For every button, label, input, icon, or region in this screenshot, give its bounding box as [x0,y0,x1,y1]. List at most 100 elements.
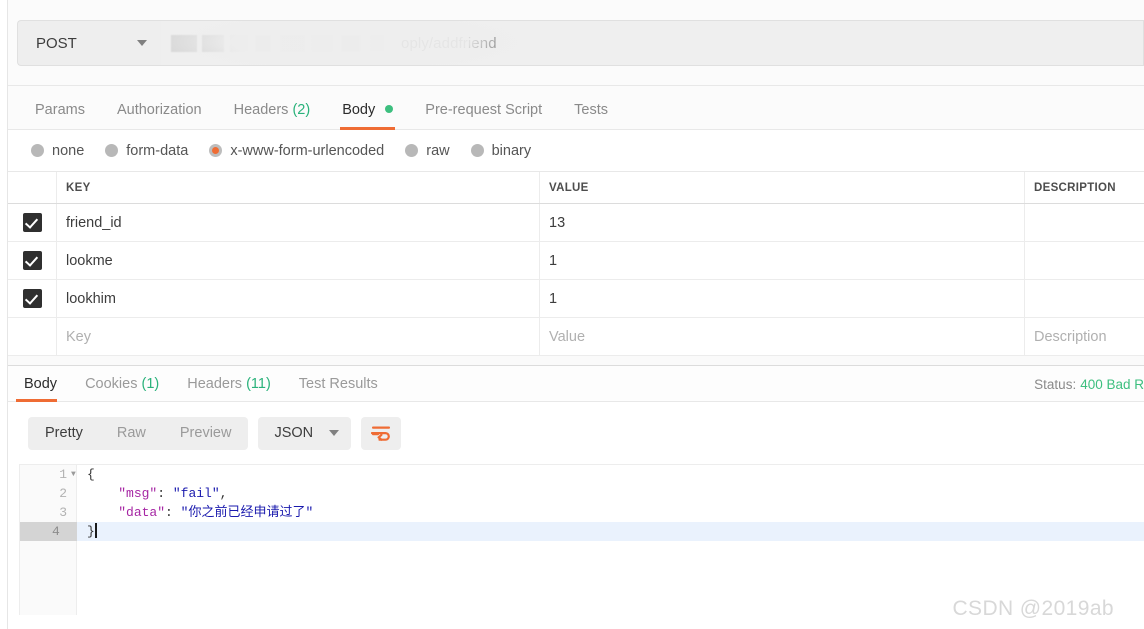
row-value-cell[interactable]: 13 [540,204,1025,241]
word-wrap-toggle-button[interactable] [361,416,402,450]
body-type-raw-label: raw [426,142,450,159]
body-type-raw[interactable]: raw [405,142,450,159]
tab-pre-request-script[interactable]: Pre-request Script [409,102,558,129]
line-number: 3 [59,505,67,520]
radio-icon [405,144,419,157]
code-line-text: } [87,523,97,539]
chevron-down-icon [329,430,340,436]
response-tab-headers[interactable]: Headers (11) [173,376,285,401]
response-tab-cookies-label: Cookies [85,376,138,392]
row-key-cell[interactable]: friend_id [57,204,540,241]
row-checkbox-cell [8,280,57,317]
redacted-url-mosaic [171,34,400,52]
response-tab-headers-count: (11) [246,376,271,392]
header-value: VALUE [540,172,1025,203]
row-key-text: friend_id [66,214,122,231]
row-checkbox[interactable] [22,289,42,308]
view-mode-pretty[interactable]: Pretty [28,417,100,450]
response-format-select[interactable]: JSON [258,416,352,450]
row-checkbox-cell [8,242,57,279]
table-row: lookhim 1 [8,280,1144,318]
body-type-binary[interactable]: binary [470,142,532,159]
code-line-text: "data": "你之前已经申请过了" [118,505,314,520]
row-checkbox[interactable] [22,251,42,270]
body-type-form-data-label: form-data [126,142,189,159]
row-value-cell[interactable]: 1 [540,280,1025,317]
row-description-cell[interactable] [1025,204,1144,241]
panel-left-edge [0,0,8,629]
code-line: 1 ▼ { [20,465,1144,484]
row-value-text: 1 [549,290,558,307]
table-row: lookme 1 [8,242,1144,280]
row-key-cell[interactable]: lookhim [57,280,540,317]
csdn-watermark: CSDN @2019ab [952,597,1114,620]
url-bar: POST oply/addfriend [8,0,1144,86]
line-number: 1 [59,467,67,482]
http-method-label: POST [36,34,77,52]
response-tab-headers-label: Headers [187,376,243,392]
tab-headers-count: (2) [292,102,311,118]
body-params-table: KEY VALUE DESCRIPTION friend_id 13 lookm… [8,172,1144,366]
status-badge: Status: 400 Bad R [1034,377,1144,401]
response-tab-test-results-label: Test Results [298,376,378,392]
row-key-text: lookme [66,252,113,269]
row-description-cell[interactable] [1025,242,1144,279]
new-value-placeholder: Value [549,328,586,345]
body-modified-dot-icon [385,105,394,113]
code-line: 2 "msg": "fail", [20,484,1144,503]
url-input[interactable]: oply/addfriend [161,20,1144,66]
tab-tests[interactable]: Tests [558,102,624,129]
row-value-text: 1 [549,252,558,269]
row-description-cell[interactable] [1025,280,1144,317]
new-value-cell[interactable]: Value [540,318,1025,355]
row-key-text: lookhim [66,290,116,307]
table-header-row: KEY VALUE DESCRIPTION [8,172,1144,204]
response-body-editor[interactable]: 1 ▼ { 2 "msg": "fail", 3 "data": "你之前已经申… [19,464,1144,615]
status-label: Status: [1034,377,1077,392]
header-description: DESCRIPTION [1034,181,1116,194]
body-type-x-www-form-urlencoded[interactable]: x-www-form-urlencoded [209,143,384,159]
tab-authorization[interactable]: Authorization [101,102,218,129]
row-value-cell[interactable]: 1 [540,242,1025,279]
request-tabs: Params Authorization Headers (2) Body Pr… [8,86,1144,130]
tab-authorization-label: Authorization [116,102,202,118]
radio-icon [31,144,44,157]
tab-params[interactable]: Params [19,102,101,129]
response-tab-cookies-count: (1) [141,376,160,392]
view-mode-preview[interactable]: Preview [163,417,249,450]
row-checkbox-cell [8,204,57,241]
row-checkbox-cell [8,318,57,355]
table-row-empty: Key Value Description [8,318,1144,356]
table-bottom-spacer [8,356,1144,365]
response-tab-body-label: Body [24,376,58,392]
row-key-cell[interactable]: lookme [57,242,540,279]
body-type-binary-label: binary [491,142,532,159]
body-type-form-data[interactable]: form-data [105,143,188,159]
view-mode-raw[interactable]: Raw [100,417,163,450]
response-tab-cookies[interactable]: Cookies (1) [71,376,173,401]
new-key-cell[interactable]: Key [57,318,540,355]
body-type-radio-group: none form-data x-www-form-urlencoded raw… [8,130,1144,172]
code-line-text: "msg": "fail", [118,486,228,501]
row-checkbox[interactable] [22,213,42,232]
response-tab-body[interactable]: Body [10,376,71,402]
url-visible-text: oply/addfriend [401,34,497,52]
line-number: 4 [20,522,77,541]
radio-selected-icon [209,144,223,157]
tab-headers[interactable]: Headers (2) [218,102,327,129]
http-method-select[interactable]: POST [17,20,161,66]
tab-body[interactable]: Body [326,102,409,130]
table-row: friend_id 13 [8,204,1144,242]
row-value-text: 13 [549,214,566,231]
body-type-none[interactable]: none [31,143,84,159]
code-fold-arrow-icon[interactable]: ▼ [71,465,81,484]
tab-pre-request-script-label: Pre-request Script [425,102,543,118]
body-type-x-www-form-urlencoded-label: x-www-form-urlencoded [230,142,385,159]
body-type-none-label: none [52,142,85,159]
word-wrap-icon [371,426,391,441]
response-tab-test-results[interactable]: Test Results [285,376,392,401]
text-cursor [94,523,97,538]
url-row: POST oply/addfriend [17,20,1144,66]
postman-request-response-pane: POST oply/addfriend Params Authorization… [8,0,1144,629]
new-description-cell[interactable]: Description [1025,318,1144,355]
